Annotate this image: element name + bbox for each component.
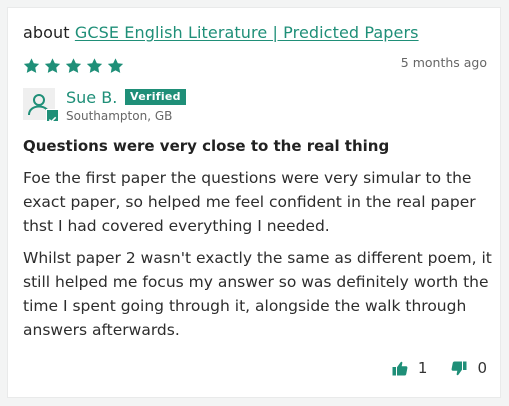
verified-check-icon (46, 109, 59, 123)
star-icon (86, 58, 103, 73)
upvote-button[interactable]: 1 (392, 359, 428, 377)
thumbs-down-icon (452, 361, 467, 375)
downvote-count: 0 (477, 359, 487, 377)
upvote-count: 1 (417, 359, 428, 377)
downvote-button[interactable]: 0 (451, 359, 487, 377)
reviewer-location: Southampton, GB (66, 109, 173, 123)
verified-badge: Verified (125, 89, 186, 105)
review-about-line: about GCSE English Literature | Predicte… (23, 23, 419, 42)
star-rating (22, 57, 125, 75)
star-icon (65, 58, 82, 73)
thumbs-up-icon (392, 361, 408, 375)
reviewer-name: Sue B. (66, 88, 118, 107)
review-card: about GCSE English Literature | Predicte… (7, 7, 501, 398)
star-icon (44, 58, 61, 73)
star-icon (23, 58, 40, 73)
star-icon (107, 58, 124, 73)
review-paragraph: Foe the first paper the questions were v… (23, 169, 476, 235)
product-link[interactable]: GCSE English Literature | Predicted Pape… (75, 23, 419, 42)
about-prefix: about (23, 23, 70, 42)
review-paragraph: Whilst paper 2 wasn't exactly the same a… (23, 249, 492, 339)
review-body: Foe the first paper the questions were v… (23, 166, 495, 350)
review-title: Questions were very close to the real th… (23, 137, 390, 155)
review-date: 5 months ago (400, 55, 487, 70)
helpful-votes: 1 0 (392, 359, 487, 377)
